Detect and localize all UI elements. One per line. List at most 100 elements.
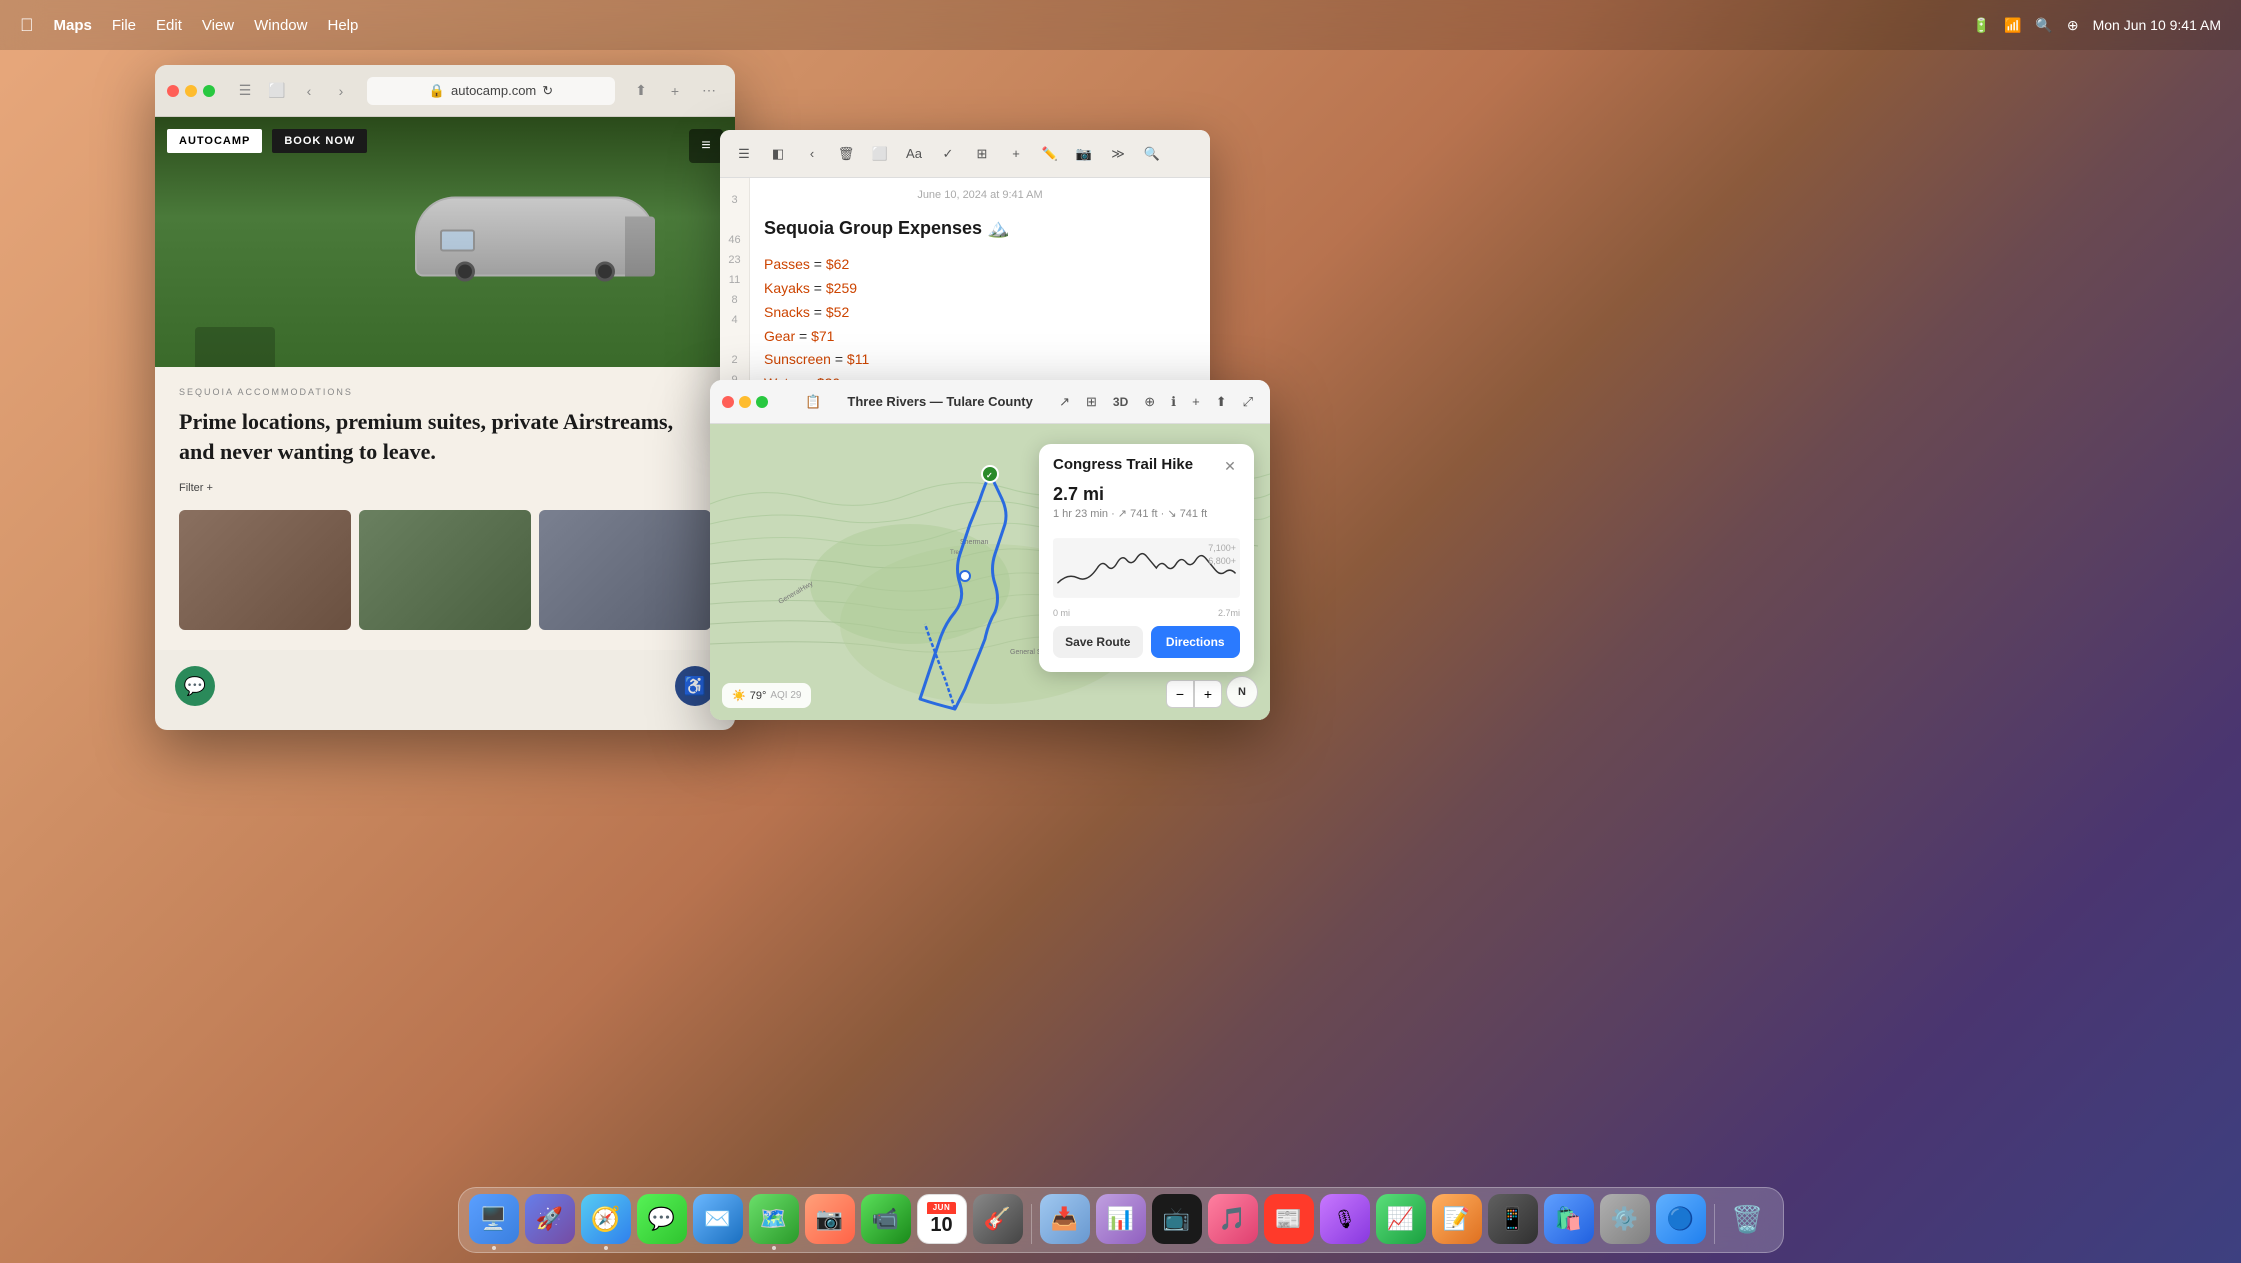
compass-label: N [1238,686,1246,698]
maps-info-button[interactable]: ℹ [1166,391,1181,413]
safari-close-button[interactable] [167,85,179,97]
dock-item-finder[interactable]: 🖥️ [469,1194,519,1244]
apple-logo-icon[interactable]:  [20,15,34,36]
zoom-out-button[interactable]: − [1166,680,1194,708]
menu-view[interactable]: View [202,17,234,34]
safari-newtab-button[interactable]: + [661,77,689,105]
dock: 🖥️ 🚀 🧭 💬 ✉️ 🗺️ 📷 📹 [458,1187,1784,1253]
notes-sidebar-button[interactable]: ☰ [730,140,758,168]
notes-date: June 10, 2024 at 9:41 AM [764,186,1196,205]
notes-delete-button[interactable]: 🗑 [832,140,860,168]
dock-item-trash[interactable]: 🗑️ [1723,1194,1773,1244]
elevation-labels: 7,100+ 6,800+ [1208,542,1236,567]
notes-share-button[interactable]: ⬜ [866,140,894,168]
directions-button[interactable]: Directions [1151,626,1241,658]
property-card-3[interactable] [539,510,711,630]
dock-item-safari[interactable]: 🧭 [581,1194,631,1244]
safari-minimize-button[interactable] [185,85,197,97]
safari-forward-button[interactable]: › [327,77,355,105]
dock-item-keynote[interactable]: 📊 [1096,1194,1146,1244]
notes-item-sunscreen: Sunscreen = $11 [764,348,1196,372]
dock-item-launchpad[interactable]: 🚀 [525,1194,575,1244]
safari-more-button[interactable]: ⋯ [695,77,723,105]
accessibility-button[interactable]: ♿ [675,666,715,706]
menu-file[interactable]: File [112,17,136,34]
maps-3d-button[interactable]: 3D [1108,393,1133,411]
property-card-1[interactable] [179,510,351,630]
dock-item-iphone-mirroring[interactable]: 📱 [1488,1194,1538,1244]
maps-close-button[interactable] [722,396,734,408]
dock-item-screentime[interactable]: 🔵 [1656,1194,1706,1244]
dock-item-news[interactable]: 📰 [1264,1194,1314,1244]
dock-item-maps[interactable]: 🗺️ [749,1194,799,1244]
menu-edit[interactable]: Edit [156,17,182,34]
dock-item-yoink[interactable]: 📥 [1040,1194,1090,1244]
trail-card-close-button[interactable]: ✕ [1220,456,1240,476]
menu-help[interactable]: Help [327,17,358,34]
safari-back-button[interactable]: ‹ [295,77,323,105]
notes-window: ☰ ◧ ‹ 🗑 ⬜ Aa ✓ ⊞ + ✏️ 📷 ≫ 🔍 3 46 23 11 8… [720,130,1210,415]
maps-minimize-button[interactable] [739,396,751,408]
maps-directions-button[interactable]: ↗ [1054,391,1075,413]
notes-camera-button[interactable]: 📷 [1070,140,1098,168]
dock-item-numbers[interactable]: 📈 [1376,1194,1426,1244]
filter-button[interactable]: Filter + [179,482,213,494]
hamburger-menu-button[interactable]: ≡ [689,129,723,163]
notes-format-button[interactable]: Aa [900,140,928,168]
menu-window[interactable]: Window [254,17,307,34]
dock-item-mail[interactable]: ✉️ [693,1194,743,1244]
dock-item-pages[interactable]: 📝 [1432,1194,1482,1244]
dock-item-messages[interactable]: 💬 [637,1194,687,1244]
maps-categories-button[interactable]: ⊞ [1081,391,1102,413]
dock-item-podcast[interactable]: 🎙 [1320,1194,1370,1244]
notes-drawing-button[interactable]: ✏️ [1036,140,1064,168]
reload-icon[interactable]: ↻ [542,83,553,99]
notes-checklist-button[interactable]: ✓ [934,140,962,168]
wifi-icon: 📶 [2004,17,2021,34]
notes-toolbar: ☰ ◧ ‹ 🗑 ⬜ Aa ✓ ⊞ + ✏️ 📷 ≫ 🔍 [720,130,1210,178]
maps-layers-button[interactable]: ⊕ [1139,391,1160,413]
menu-bar-left:  Maps File Edit View Window Help [20,15,358,36]
dock-item-appletv[interactable]: 📺 [1152,1194,1202,1244]
notes-search-button[interactable]: 🔍 [1138,140,1166,168]
notes-back-button[interactable]: ‹ [798,140,826,168]
safari-fullscreen-button[interactable] [203,85,215,97]
notes-media-button[interactable]: + [1002,140,1030,168]
safari-traffic-lights [167,85,215,97]
search-icon[interactable]: 🔍 [2035,17,2052,34]
dock-item-photos[interactable]: 📷 [805,1194,855,1244]
section-label: SEQUOIA ACCOMMODATIONS [179,387,711,397]
notes-item-gear: Gear = $71 [764,325,1196,349]
book-now-button[interactable]: BOOK NOW [272,129,367,153]
menu-maps[interactable]: Maps [54,17,92,34]
compass[interactable]: N [1226,676,1258,708]
dock-item-facetime[interactable]: 📹 [861,1194,911,1244]
dock-item-calendar[interactable]: JUN 10 [917,1194,967,1244]
dock-dot-safari [604,1246,608,1250]
safari-share-button[interactable]: ⬆ [627,77,655,105]
maps-expand-button[interactable]: ⤢ [1238,391,1258,413]
safari-address-bar[interactable]: 🔒 autocamp.com ↻ [367,77,615,105]
maps-add-button[interactable]: + [1187,391,1205,412]
notes-table-button[interactable]: ⊞ [968,140,996,168]
dock-item-garageband[interactable]: 🎸 [973,1194,1023,1244]
maps-fullscreen-button[interactable] [756,396,768,408]
safari-tab-button[interactable]: ⬜ [263,77,291,105]
trail-distance: 2.7 mi [1053,484,1240,505]
notes-list-button[interactable]: ◧ [764,140,792,168]
autocamp-logo-button[interactable]: AUTOCAMP [167,129,262,153]
dock-item-system-settings[interactable]: ⚙️ [1600,1194,1650,1244]
dock-item-music[interactable]: 🎵 [1208,1194,1258,1244]
zoom-controls: − + [1166,680,1222,708]
notes-title: Sequoia Group Expenses 🏔️ [764,213,1196,244]
save-route-button[interactable]: Save Route [1053,626,1143,658]
maps-note-button[interactable]: 📋 [800,391,826,413]
maps-share-button[interactable]: ⬆ [1211,391,1232,413]
control-center-icon[interactable]: ⊕ [2067,17,2079,34]
zoom-in-button[interactable]: + [1194,680,1222,708]
property-card-2[interactable] [359,510,531,630]
notes-more-button[interactable]: ≫ [1104,140,1132,168]
safari-sidebar-button[interactable]: ☰ [231,77,259,105]
dock-item-appstore[interactable]: 🛍️ [1544,1194,1594,1244]
chat-button[interactable]: 💬 [175,666,215,706]
